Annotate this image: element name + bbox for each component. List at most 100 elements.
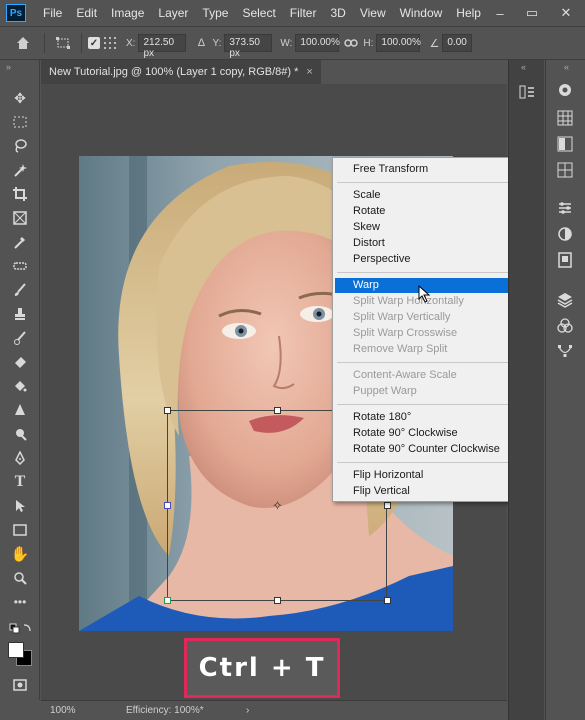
menu-edit[interactable]: Edit	[69, 6, 104, 20]
transform-handle-bottom-right[interactable]	[384, 597, 391, 604]
properties-panel-icon[interactable]	[554, 198, 576, 218]
rotation-angle-field[interactable]: 0.00	[442, 34, 473, 52]
menu-filter[interactable]: Filter	[283, 6, 324, 20]
transform-handle-right[interactable]	[384, 502, 391, 509]
menu-item-flip-horizontal[interactable]: Flip Horizontal	[335, 468, 525, 483]
menu-item-rotate-90-ccw[interactable]: Rotate 90° Counter Clockwise	[335, 442, 525, 457]
default-colors-icon[interactable]	[8, 621, 32, 637]
lasso-tool-icon[interactable]	[8, 135, 32, 157]
rectangle-tool-icon[interactable]	[8, 519, 32, 541]
home-icon[interactable]	[8, 36, 38, 50]
document-tab-title: New Tutorial.jpg @ 100% (Layer 1 copy, R…	[49, 66, 299, 78]
eraser-tool-icon[interactable]	[8, 351, 32, 373]
marquee-tool-icon[interactable]	[8, 111, 32, 133]
quick-mask-icon[interactable]	[8, 674, 32, 696]
menu-item-rotate[interactable]: Rotate	[335, 204, 525, 219]
color-panel-icon[interactable]	[554, 80, 576, 100]
zoom-tool-icon[interactable]	[8, 567, 32, 589]
more-tools-icon[interactable]: •••	[8, 591, 32, 613]
paths-panel-icon[interactable]	[554, 342, 576, 362]
menu-3d[interactable]: 3D	[323, 6, 352, 20]
collapse-panel-icon[interactable]: «	[521, 62, 526, 72]
patterns-panel-icon[interactable]	[554, 160, 576, 180]
menu-item-rotate-90-cw[interactable]: Rotate 90° Clockwise	[335, 426, 525, 441]
width-field[interactable]: 100.00%	[295, 34, 340, 52]
gradients-panel-icon[interactable]	[554, 134, 576, 154]
blur-tool-icon[interactable]	[8, 399, 32, 421]
menu-type[interactable]: Type	[195, 6, 235, 20]
divider	[44, 33, 45, 53]
relative-position-icon[interactable]: Δ	[192, 37, 210, 49]
angle-icon: ∠	[429, 37, 440, 50]
eyedropper-tool-icon[interactable]	[8, 231, 32, 253]
zoom-level[interactable]: 100%	[50, 705, 110, 716]
menu-layer[interactable]: Layer	[151, 6, 195, 20]
type-tool-icon[interactable]: T	[8, 471, 32, 493]
menu-view[interactable]: View	[353, 6, 393, 20]
menu-item-puppet-warp: Puppet Warp	[353, 385, 417, 397]
channels-panel-icon[interactable]	[554, 316, 576, 336]
transform-handle-top-left[interactable]	[164, 407, 171, 414]
transform-handle-bottom[interactable]	[274, 597, 281, 604]
healing-brush-tool-icon[interactable]	[8, 255, 32, 277]
menu-file[interactable]: File	[36, 6, 69, 20]
menu-item-split-warp-crosswise: Split Warp Crosswise	[353, 327, 458, 339]
menu-item-rotate-180[interactable]: Rotate 180°	[335, 410, 525, 425]
stamp-tool-icon[interactable]	[8, 303, 32, 325]
reference-point-icon[interactable]: ✧	[271, 499, 284, 512]
free-transform-tool-icon[interactable]	[51, 36, 75, 50]
menu-item-remove-warp-split: Remove Warp Split	[353, 343, 448, 355]
crop-tool-icon[interactable]	[8, 183, 32, 205]
x-position-field[interactable]: 212.50 px	[138, 34, 187, 59]
hand-tool-icon[interactable]: ✋	[8, 543, 32, 565]
move-tool-icon[interactable]: ✥	[8, 87, 32, 109]
menu-image[interactable]: Image	[104, 6, 151, 20]
pen-tool-icon[interactable]	[8, 447, 32, 469]
menu-item-scale[interactable]: Scale	[335, 188, 525, 203]
frame-tool-icon[interactable]	[8, 207, 32, 229]
menu-item-flip-vertical[interactable]: Flip Vertical	[335, 484, 525, 499]
minimize-button[interactable]: –	[484, 0, 516, 26]
status-menu-arrow-icon[interactable]: ›	[246, 705, 249, 716]
transform-handle-bottom-left[interactable]	[164, 597, 171, 604]
collapse-toolbar-icon[interactable]: »	[6, 62, 11, 72]
transform-handle-left[interactable]	[164, 502, 171, 509]
mouse-cursor-icon	[418, 284, 432, 303]
transform-handle-top[interactable]	[274, 407, 281, 414]
magic-wand-tool-icon[interactable]	[8, 159, 32, 181]
panel-dock-collapsed: «	[508, 60, 544, 720]
path-selection-tool-icon[interactable]	[8, 495, 32, 517]
layers-panel-icon[interactable]	[554, 290, 576, 310]
y-position-field[interactable]: 373.50 px	[224, 34, 273, 59]
menu-separator	[337, 362, 523, 363]
menu-item-distort[interactable]: Distort	[335, 236, 525, 251]
link-icon[interactable]	[341, 38, 361, 48]
menu-item-perspective[interactable]: Perspective	[335, 252, 525, 267]
close-document-icon[interactable]: ×	[306, 66, 312, 78]
history-panel-icon[interactable]	[516, 82, 538, 102]
tools-panel: » ✥ T ✋ •••	[0, 60, 40, 700]
paint-bucket-tool-icon[interactable]	[8, 375, 32, 397]
maximize-button[interactable]: ▭	[516, 0, 548, 26]
brush-tool-icon[interactable]	[8, 279, 32, 301]
menu-help[interactable]: Help	[449, 6, 488, 20]
swatches-panel-icon[interactable]	[554, 108, 576, 128]
reference-point-grid-icon[interactable]	[100, 37, 120, 49]
menu-window[interactable]: Window	[393, 6, 450, 20]
transform-context-menu: Free Transform Scale Rotate Skew Distort…	[332, 157, 528, 502]
collapse-dock-icon[interactable]: «	[564, 62, 569, 72]
menu-select[interactable]: Select	[235, 6, 282, 20]
reference-point-checkbox[interactable]: ✓	[88, 37, 100, 49]
foreground-color-swatch[interactable]	[8, 642, 24, 658]
menu-item-skew[interactable]: Skew	[335, 220, 525, 235]
close-button[interactable]: ✕	[550, 0, 582, 26]
libraries-panel-icon[interactable]	[554, 250, 576, 270]
menu-item-free-transform[interactable]: Free Transform	[335, 162, 525, 177]
document-tab[interactable]: New Tutorial.jpg @ 100% (Layer 1 copy, R…	[41, 60, 321, 84]
menu-separator	[337, 404, 523, 405]
adjustments-panel-icon[interactable]	[554, 224, 576, 244]
history-brush-tool-icon[interactable]	[8, 327, 32, 349]
keyboard-shortcut-overlay: Ctrl + T	[184, 638, 340, 698]
dodge-tool-icon[interactable]	[8, 423, 32, 445]
height-field[interactable]: 100.00%	[376, 34, 421, 52]
